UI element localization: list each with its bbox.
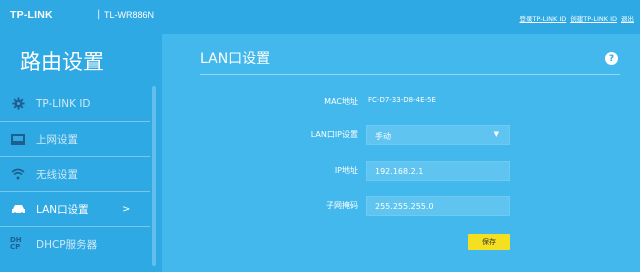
ip-label: IP地址	[334, 166, 358, 175]
ip-mode-row: LAN口IP设置 手动 ▼	[162, 125, 640, 145]
sidebar-item-lan[interactable]: LAN口设置 >	[0, 191, 150, 226]
sidebar-item-label: 上网设置	[36, 133, 78, 146]
ip-mode-label: LAN口IP设置	[310, 130, 358, 139]
sidebar-item-label: LAN口设置	[36, 203, 89, 216]
sidebar-item-wireless[interactable]: 无线设置	[0, 156, 150, 191]
sidebar-item-tplink-id[interactable]: TP-LINK ID	[0, 86, 150, 121]
logout-link[interactable]: 退出	[621, 13, 634, 23]
mac-value: FC-D7-33-D8-4E-5E	[368, 96, 436, 104]
account-links: 登录TP-LINK ID 创建TP-LINK ID 退出	[520, 13, 635, 23]
model-name: TL-WR886N	[104, 10, 155, 20]
sidebar-title: 路由设置	[20, 50, 104, 74]
mask-row: 子网掩码 255.255.255.0	[162, 196, 640, 216]
mac-row: MAC地址 FC-D7-33-D8-4E-5E	[162, 92, 640, 112]
ip-mode-select[interactable]: 手动 ▼	[366, 125, 510, 145]
mac-label: MAC地址	[324, 97, 358, 106]
create-id-link[interactable]: 创建TP-LINK ID	[570, 13, 617, 23]
chevron-right-icon: >	[122, 203, 131, 215]
title-divider	[200, 74, 620, 75]
brand-logo: TP-LINK	[10, 9, 53, 21]
wifi-icon	[10, 167, 26, 181]
main-panel: LAN口设置 ? MAC地址 FC-D7-33-D8-4E-5E LAN口IP设…	[162, 34, 640, 272]
sidebar-scrollbar[interactable]	[152, 86, 156, 266]
sidebar-item-label: DHCP服务器	[36, 238, 98, 251]
car-icon	[10, 202, 26, 216]
help-icon[interactable]: ?	[605, 52, 618, 65]
dhcp-icon: DH CP	[10, 236, 22, 251]
sidebar-item-label: 无线设置	[36, 168, 78, 181]
page-title: LAN口设置	[200, 51, 271, 67]
brand-separator: |	[97, 9, 101, 20]
sidebar: 路由设置 TP-LINK ID 上网设置 无线设置 LAN口设置 > DH CP…	[0, 34, 162, 272]
gear-icon	[10, 97, 26, 111]
caret-down-icon: ▼	[493, 130, 499, 138]
ip-mode-value: 手动	[375, 132, 391, 141]
sidebar-item-dhcp[interactable]: DH CP DHCP服务器	[0, 226, 150, 261]
mask-label: 子网掩码	[326, 201, 358, 210]
monitor-icon	[10, 132, 26, 146]
ip-row: IP地址 192.168.2.1	[162, 161, 640, 181]
sidebar-menu: TP-LINK ID 上网设置 无线设置 LAN口设置 > DH CP DHCP服…	[0, 86, 150, 261]
subnet-mask-input[interactable]: 255.255.255.0	[366, 196, 510, 216]
save-button[interactable]: 保存	[468, 234, 510, 250]
login-link[interactable]: 登录TP-LINK ID	[520, 13, 567, 23]
ip-address-input[interactable]: 192.168.2.1	[366, 161, 510, 181]
sidebar-item-label: TP-LINK ID	[36, 97, 91, 110]
sidebar-item-internet[interactable]: 上网设置	[0, 121, 150, 156]
top-bar: TP-LINK | TL-WR886N 登录TP-LINK ID 创建TP-LI…	[0, 0, 640, 34]
